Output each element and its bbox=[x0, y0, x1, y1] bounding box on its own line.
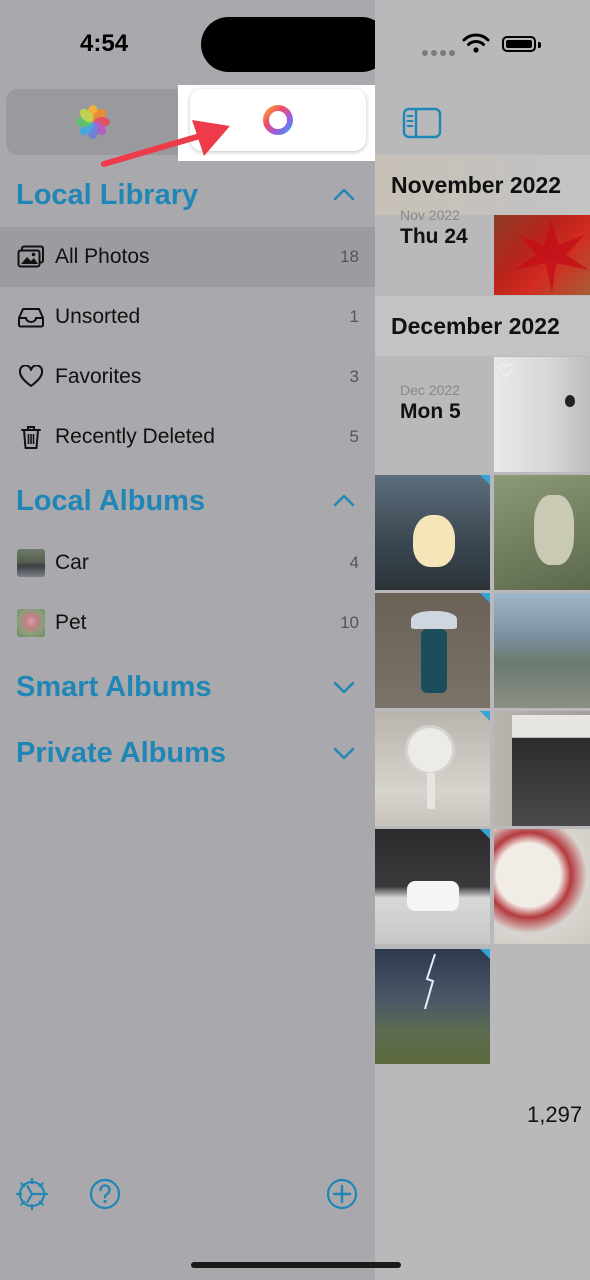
chevron-up-icon[interactable] bbox=[331, 488, 357, 514]
selection-badge bbox=[480, 475, 490, 485]
tray-icon bbox=[15, 301, 47, 333]
favorite-heart-icon: ♡ bbox=[498, 361, 515, 381]
settings-icon[interactable] bbox=[14, 1176, 50, 1212]
heart-icon bbox=[15, 361, 47, 393]
photo-thumbnail[interactable] bbox=[375, 475, 490, 590]
month-header: November 2022 bbox=[375, 155, 590, 215]
status-icons bbox=[420, 32, 570, 58]
fan-shape bbox=[405, 725, 455, 775]
apple-logo bbox=[565, 395, 575, 407]
add-icon[interactable] bbox=[324, 1176, 360, 1212]
cellular-signal-icon bbox=[422, 43, 458, 61]
sidebar-item-label: Unsorted bbox=[55, 305, 141, 328]
photo-thumbnail[interactable] bbox=[494, 593, 590, 708]
trash-icon bbox=[15, 421, 47, 453]
wifi-icon bbox=[462, 33, 490, 53]
selection-badge bbox=[480, 829, 490, 839]
lightning-icon bbox=[424, 953, 436, 1010]
day-month-year: Nov 2022 bbox=[400, 207, 460, 223]
section-private-albums[interactable]: Private Albums bbox=[0, 723, 375, 783]
sidebar-bottom-toolbar bbox=[0, 1176, 375, 1216]
sidebar-item-label: Car bbox=[55, 551, 89, 574]
sidebar-toggle-icon[interactable] bbox=[402, 106, 442, 140]
fan-stand bbox=[427, 773, 435, 809]
item-count: 4 bbox=[349, 553, 359, 572]
section-smart-albums[interactable]: Smart Albums bbox=[0, 657, 375, 717]
photo-thumbnail[interactable] bbox=[494, 475, 590, 590]
month-header: December 2022 bbox=[375, 296, 590, 356]
sidebar-item-album-car[interactable]: Car 4 bbox=[0, 533, 375, 593]
album-thumbnail bbox=[15, 547, 47, 579]
photos-stack-icon bbox=[15, 241, 47, 273]
lamp-base bbox=[421, 629, 447, 693]
photo-thumbnail[interactable] bbox=[375, 593, 490, 708]
battery-icon bbox=[502, 36, 536, 52]
photo-thumbnail[interactable] bbox=[494, 215, 590, 295]
lamp-shape bbox=[411, 611, 457, 629]
day-label: Dec 2022 Mon 5 bbox=[375, 382, 493, 424]
section-title: Smart Albums bbox=[16, 670, 212, 703]
leaf-icon bbox=[514, 220, 589, 293]
plush-shape bbox=[534, 495, 574, 565]
selection-badge bbox=[480, 711, 490, 721]
photo-thumbnail[interactable]: ♡ bbox=[494, 357, 590, 472]
item-count: 1 bbox=[349, 307, 359, 326]
photo-thumbnail[interactable] bbox=[375, 829, 490, 944]
month-label: November 2022 bbox=[391, 171, 562, 198]
chevron-down-icon[interactable] bbox=[331, 674, 357, 700]
battery-tip bbox=[538, 42, 541, 48]
day-label: Nov 2022 Thu 24 bbox=[375, 207, 493, 249]
photo-total-count: 1,297 bbox=[527, 1102, 583, 1127]
airpods-case bbox=[407, 881, 459, 911]
sidebar-item-favorites[interactable]: Favorites 3 bbox=[0, 347, 375, 407]
dynamic-island bbox=[201, 17, 389, 72]
book-cover bbox=[512, 715, 590, 826]
chevron-down-icon[interactable] bbox=[331, 740, 357, 766]
selection-badge bbox=[480, 949, 490, 959]
lamp-shape bbox=[413, 515, 455, 567]
sidebar-item-label: Recently Deleted bbox=[55, 425, 215, 448]
sidebar-item-unsorted[interactable]: Unsorted 1 bbox=[0, 287, 375, 347]
day-weekday-date: Thu 24 bbox=[400, 225, 468, 248]
annotation-arrow bbox=[101, 120, 230, 167]
help-icon[interactable] bbox=[87, 1176, 123, 1212]
day-weekday-date: Mon 5 bbox=[400, 400, 461, 423]
section-local-library[interactable]: Local Library bbox=[0, 165, 375, 225]
photo-thumbnail[interactable] bbox=[375, 949, 490, 1064]
photo-thumbnail[interactable] bbox=[375, 711, 490, 826]
timeline-pane: November 2022 Nov 2022 Thu 24 December 2… bbox=[375, 0, 590, 1280]
ring-app-icon bbox=[263, 105, 293, 135]
photo-thumbnail[interactable] bbox=[494, 711, 590, 826]
photo-thumbnail[interactable] bbox=[494, 829, 590, 944]
sidebar-item-album-pet[interactable]: Pet 10 bbox=[0, 593, 375, 653]
chevron-up-icon[interactable] bbox=[331, 182, 357, 208]
sidebar: 4:54 Local Library All Photos 18 Unsorte… bbox=[0, 0, 389, 1280]
sidebar-item-recently-deleted[interactable]: Recently Deleted 5 bbox=[0, 407, 375, 467]
sidebar-item-all-photos[interactable]: All Photos 18 bbox=[0, 227, 375, 287]
item-count: 18 bbox=[340, 247, 359, 266]
item-count: 3 bbox=[349, 367, 359, 386]
home-indicator bbox=[191, 1262, 401, 1268]
sidebar-item-label: Favorites bbox=[55, 365, 142, 388]
selection-badge bbox=[480, 593, 490, 603]
section-title: Local Albums bbox=[16, 484, 206, 517]
status-time: 4:54 bbox=[80, 30, 129, 57]
day-month-year: Dec 2022 bbox=[400, 382, 460, 398]
month-label: December 2022 bbox=[391, 312, 560, 339]
sidebar-item-label: All Photos bbox=[55, 245, 150, 268]
section-title: Local Library bbox=[16, 178, 199, 211]
section-title: Private Albums bbox=[16, 736, 227, 769]
section-local-albums[interactable]: Local Albums bbox=[0, 471, 375, 531]
item-count: 5 bbox=[349, 427, 359, 446]
album-thumbnail bbox=[15, 607, 47, 639]
item-count: 10 bbox=[340, 613, 359, 632]
sidebar-item-label: Pet bbox=[55, 611, 87, 634]
